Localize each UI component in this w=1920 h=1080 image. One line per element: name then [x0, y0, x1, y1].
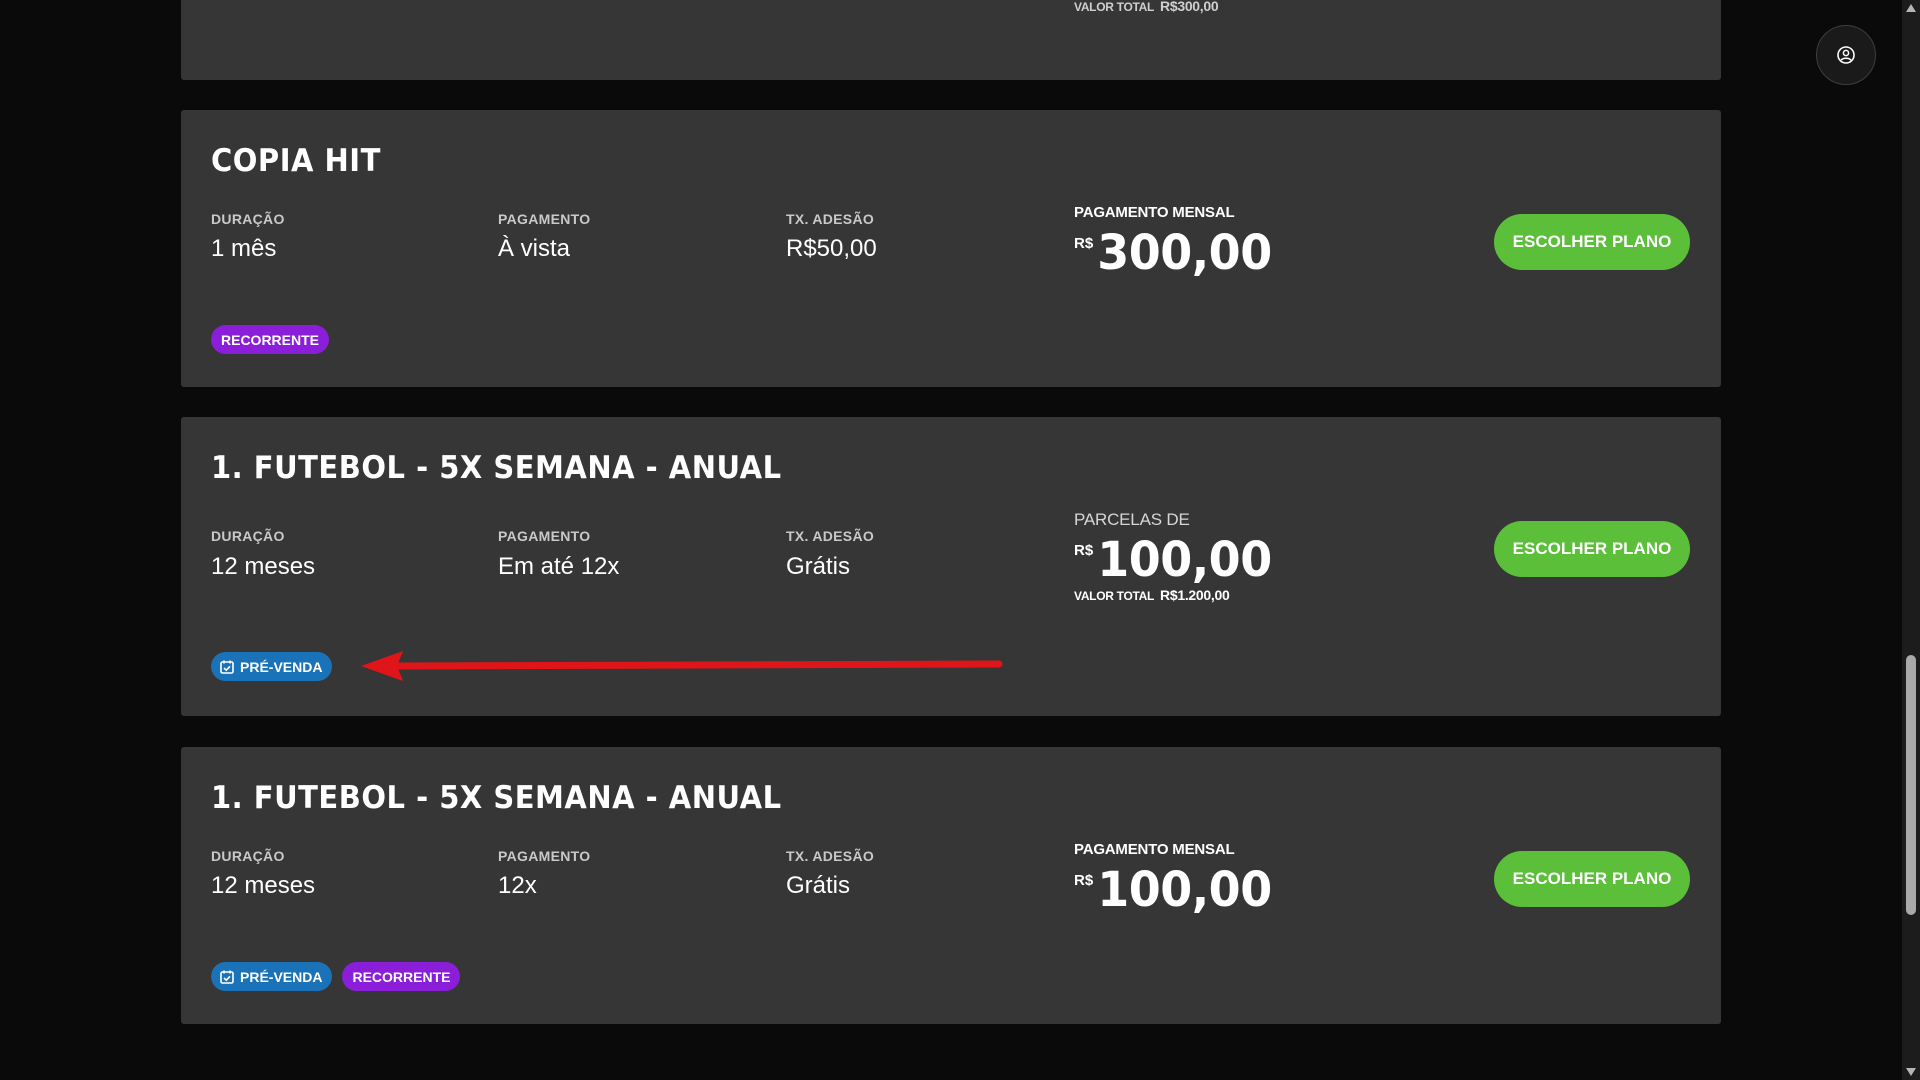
duration-value: 12 meses [211, 872, 316, 899]
fee-value: Grátis [786, 872, 851, 899]
annotation-arrow [361, 651, 1003, 681]
price: R$ 300,00 [1074, 223, 1272, 281]
duration-value: 1 mês [211, 235, 277, 262]
calendar-check-icon [220, 970, 234, 984]
plan-card: 1. FUTEBOL - 5X SEMANA - ANUAL DURAÇÃO 1… [181, 747, 1721, 1024]
presale-tag-label: PRÉ-VENDA [240, 658, 323, 675]
recurring-tag: RECORRENTE [211, 325, 330, 354]
fee-label: TX. ADESÃO [786, 848, 875, 864]
duration-label: DURAÇÃO [211, 211, 285, 227]
choose-plan-button[interactable]: ESCOLHER PLANO [1494, 851, 1690, 907]
duration-value: 12 meses [211, 553, 316, 580]
recurring-tag: RECORRENTE [342, 962, 461, 991]
payment-label: PAGAMENTO [498, 848, 591, 864]
plan-title: 1. FUTEBOL - 5X SEMANA - ANUAL [211, 449, 782, 486]
price-label: PAGAMENTO MENSAL [1074, 204, 1235, 221]
plan-card: COPIA HIT DURAÇÃO 1 mês PAGAMENTO À vist… [181, 110, 1721, 387]
scrollbar[interactable] [1902, 0, 1920, 1080]
price-currency: R$ [1074, 542, 1094, 559]
duration-label: DURAÇÃO [211, 528, 285, 544]
price-amount: 100,00 [1097, 860, 1272, 918]
scroll-up-button[interactable] [1902, 0, 1920, 16]
plan-title: COPIA HIT [211, 142, 381, 179]
payment-label: PAGAMENTO [498, 211, 591, 227]
plan-total-label: VALOR TOTAL [1074, 0, 1155, 14]
plans-page: VALOR TOTAL R$300,00 COPIA HIT DURAÇÃO 1 … [0, 0, 1920, 1080]
price-label: PAGAMENTO MENSAL [1074, 841, 1235, 858]
payment-value: 12x [498, 872, 537, 899]
presale-tag: PRÉ-VENDA [211, 962, 333, 991]
plan-tags: PRÉ-VENDA RECORRENTE [211, 962, 461, 991]
scroll-down-button[interactable] [1902, 1064, 1920, 1080]
presale-tag: PRÉ-VENDA [211, 652, 333, 681]
duration-label: DURAÇÃO [211, 848, 285, 864]
plan-total-value: R$1.200,00 [1160, 587, 1230, 603]
price-amount: 300,00 [1097, 223, 1272, 281]
calendar-check-icon [220, 660, 234, 674]
price: R$ 100,00 [1074, 530, 1272, 588]
choose-plan-button[interactable]: ESCOLHER PLANO [1494, 214, 1690, 270]
fee-value: R$50,00 [786, 235, 877, 262]
plan-total: VALOR TOTAL R$1.200,00 [1074, 587, 1230, 603]
plan-tags: RECORRENTE [211, 325, 330, 354]
fee-label: TX. ADESÃO [786, 528, 875, 544]
triangle-down-icon [1906, 1068, 1916, 1076]
plan-total-label: VALOR TOTAL [1074, 589, 1155, 603]
triangle-up-icon [1906, 4, 1916, 12]
price-currency: R$ [1074, 872, 1094, 889]
plan-tags: PRÉ-VENDA [211, 652, 333, 681]
plan-card-partial: VALOR TOTAL R$300,00 [181, 0, 1721, 80]
scrollbar-thumb[interactable] [1906, 655, 1916, 915]
price: R$ 100,00 [1074, 860, 1272, 918]
presale-tag-label: PRÉ-VENDA [240, 968, 323, 985]
plan-total-value: R$300,00 [1160, 0, 1219, 14]
payment-label: PAGAMENTO [498, 528, 591, 544]
plan-total: VALOR TOTAL R$300,00 [1074, 0, 1219, 14]
account-button[interactable] [1816, 25, 1876, 85]
choose-plan-button[interactable]: ESCOLHER PLANO [1494, 521, 1690, 577]
fee-label: TX. ADESÃO [786, 211, 875, 227]
price-label: PARCELAS DE [1074, 510, 1190, 529]
payment-value: Em até 12x [498, 553, 620, 580]
payment-value: À vista [498, 235, 571, 262]
price-currency: R$ [1074, 235, 1094, 252]
plan-title: 1. FUTEBOL - 5X SEMANA - ANUAL [211, 779, 782, 816]
user-circle-icon [1837, 46, 1855, 64]
fee-value: Grátis [786, 553, 851, 580]
plan-card: 1. FUTEBOL - 5X SEMANA - ANUAL DURAÇÃO 1… [181, 417, 1721, 716]
price-amount: 100,00 [1097, 530, 1272, 588]
